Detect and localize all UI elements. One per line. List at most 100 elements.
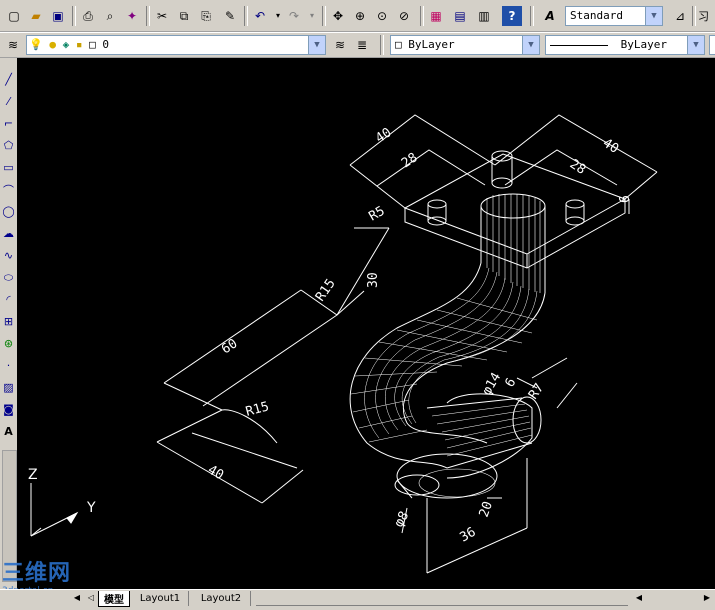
tool-palettes-icon[interactable]: ▥ xyxy=(474,6,494,26)
print-icon[interactable]: ⎙ xyxy=(78,6,98,26)
tab-model[interactable]: 模型 xyxy=(98,591,130,607)
dimension-style-icon[interactable]: ⊿ xyxy=(670,6,690,26)
make-block-icon[interactable]: ⊛ xyxy=(1,336,16,351)
dim-label-60: 60 xyxy=(219,336,240,357)
dim-label-top-right-40: 40 xyxy=(600,136,621,157)
rectangle-icon[interactable]: ▭ xyxy=(1,160,16,175)
chevron-down-icon: ▼ xyxy=(687,36,704,54)
help-icon[interactable]: ? xyxy=(502,6,522,26)
cut-icon[interactable]: ✂ xyxy=(152,6,172,26)
insert-block-icon[interactable]: ⊞ xyxy=(1,314,16,329)
ucs-y-label: Y xyxy=(86,500,96,516)
region-icon[interactable]: ◙ xyxy=(1,402,16,417)
layer-previous-icon[interactable]: ≣ xyxy=(352,35,372,55)
lineweight-select[interactable] xyxy=(709,35,715,55)
make-current-layer-icon[interactable]: ≋ xyxy=(330,35,350,55)
save-icon[interactable]: ▣ xyxy=(48,6,68,26)
spline-icon[interactable]: ∿ xyxy=(1,248,16,263)
zoom-previous-icon[interactable]: ⊘ xyxy=(394,6,414,26)
point-icon[interactable]: · xyxy=(1,358,16,373)
dim-label-20: 20 xyxy=(477,500,496,520)
text-style-select[interactable]: Standard ▼ xyxy=(565,6,663,26)
layer-thaw-icon: ● xyxy=(49,38,56,51)
layer-viewport-icon: ◈ xyxy=(62,38,70,51)
publish-icon[interactable]: ✦ xyxy=(122,6,142,26)
zoom-window-icon[interactable]: ⊙ xyxy=(372,6,392,26)
text-style-icon[interactable]: A xyxy=(540,6,560,26)
drawing-canvas[interactable]: 40 40 28 28 6 R5 R15 30 60 R15 40 φ14 6 … xyxy=(17,58,715,589)
color-value: ByLayer xyxy=(408,38,455,51)
linetype-value: ByLayer xyxy=(620,38,667,51)
chevron-down-icon: ▼ xyxy=(645,7,662,25)
tab-first-icon[interactable]: ◀ xyxy=(70,590,84,606)
dim-label-6-right: 6 xyxy=(502,376,519,390)
ucs-z-label: Z xyxy=(28,467,38,483)
ucs-icon xyxy=(30,483,79,537)
model-drawing: 40 40 28 28 6 R5 R15 30 60 R15 40 φ14 6 … xyxy=(28,114,658,574)
properties-icon[interactable]: ▦ xyxy=(426,6,446,26)
dim-label-r15-lower: R15 xyxy=(244,399,271,420)
layout-tab-bar: ◀ ◁ 模型 Layout1 Layout2 ◀ ▶ xyxy=(0,589,715,610)
redo-dropdown-icon[interactable]: ▾ xyxy=(302,6,322,26)
color-swatch: □ xyxy=(395,38,409,51)
redo-icon[interactable]: ↷ xyxy=(284,6,304,26)
layer-color-swatch: □ xyxy=(89,38,96,51)
ellipse-icon[interactable]: ⬭ xyxy=(1,270,16,285)
polygon-icon[interactable]: ⬠ xyxy=(1,138,16,153)
layer-name: 0 xyxy=(102,38,109,51)
scroll-left-icon[interactable]: ◀ xyxy=(632,590,646,606)
text-style-value: Standard xyxy=(570,9,623,22)
tab-prev-icon[interactable]: ◁ xyxy=(84,590,98,606)
construction-line-icon[interactable]: ⁄ xyxy=(1,94,16,109)
horizontal-scrollbar[interactable] xyxy=(256,592,628,606)
layer-manager-icon[interactable]: ≋ xyxy=(3,35,23,55)
match-properties-icon[interactable]: ✎ xyxy=(220,6,240,26)
chevron-down-icon: ▼ xyxy=(308,36,325,54)
draw-toolbar: ╱ ⁄ ⌐ ⬠ ▭ ⌒ ◯ ☁ ∿ ⬭ ◜ ⊞ ⊛ · ▨ ◙ A xyxy=(0,58,18,589)
linetype-select[interactable]: ByLayer ▼ xyxy=(545,35,705,55)
pipe-inner-curve xyxy=(402,292,546,444)
dim-label-height-6: 6 xyxy=(618,195,633,203)
layers-toolbar: ≋ 💡 ● ◈ ▪ □ 0 ▼ ≋ ≣ □ ByLayer ▼ ByLayer … xyxy=(0,32,715,58)
undo-icon[interactable]: ↶ xyxy=(250,6,270,26)
ellipse-arc-icon[interactable]: ◜ xyxy=(1,292,16,307)
layer-select[interactable]: 💡 ● ◈ ▪ □ 0 ▼ xyxy=(26,35,326,55)
tab-layout1[interactable]: Layout1 xyxy=(132,591,189,606)
revision-cloud-icon[interactable]: ☁ xyxy=(1,226,16,241)
dim-label-phi8: φ8 xyxy=(391,509,412,530)
dim-label-top-right-28: 28 xyxy=(567,157,588,178)
pan-icon[interactable]: ✥ xyxy=(328,6,348,26)
arc-icon[interactable]: ⌒ xyxy=(1,182,16,197)
design-center-icon[interactable]: ▤ xyxy=(450,6,470,26)
dim-label-36: 36 xyxy=(458,525,479,546)
new-file-icon[interactable]: ▢ xyxy=(4,6,24,26)
linetype-preview xyxy=(550,44,608,46)
standard-toolbar: ▢ ▰ ▣ ⎙ ⌕ ✦ ✂ ⧉ ⎘ ✎ ↶ ▾ ↷ ▾ ✥ ⊕ ⊙ ⊘ ▦ ▤ … xyxy=(0,0,715,32)
scroll-right-icon[interactable]: ▶ xyxy=(700,590,714,606)
base-plate-top xyxy=(403,153,627,255)
pipe-top-ellipse xyxy=(480,193,546,219)
line-icon[interactable]: ╱ xyxy=(1,72,16,87)
layer-on-icon: 💡 xyxy=(29,38,43,51)
copy-icon[interactable]: ⧉ xyxy=(174,6,194,26)
open-file-icon[interactable]: ▰ xyxy=(26,6,46,26)
multiline-text-icon[interactable]: A xyxy=(1,424,16,439)
hatch-icon[interactable]: ▨ xyxy=(1,380,16,395)
dim-label-r15-upper: R15 xyxy=(313,276,339,304)
layer-lock-icon: ▪ xyxy=(75,38,83,51)
zoom-realtime-icon[interactable]: ⊕ xyxy=(350,6,370,26)
watermark-logo: 三维网 xyxy=(2,561,72,586)
tab-layout2[interactable]: Layout2 xyxy=(192,591,251,606)
polyline-icon[interactable]: ⌐ xyxy=(1,116,16,131)
pipe-outer-curve xyxy=(349,262,482,469)
dim-label-30: 30 xyxy=(366,272,381,288)
circle-icon[interactable]: ◯ xyxy=(1,204,16,219)
paste-icon[interactable]: ⎘ xyxy=(196,6,216,26)
truncated-toolbar-label: 习 xyxy=(698,10,709,23)
dim-label-r5: R5 xyxy=(367,204,388,225)
print-preview-icon[interactable]: ⌕ xyxy=(100,6,120,26)
color-select[interactable]: □ ByLayer ▼ xyxy=(390,35,540,55)
dim-frame-left xyxy=(349,114,496,166)
dim-label-top-left-40: 40 xyxy=(373,125,394,146)
chevron-down-icon: ▼ xyxy=(522,36,539,54)
